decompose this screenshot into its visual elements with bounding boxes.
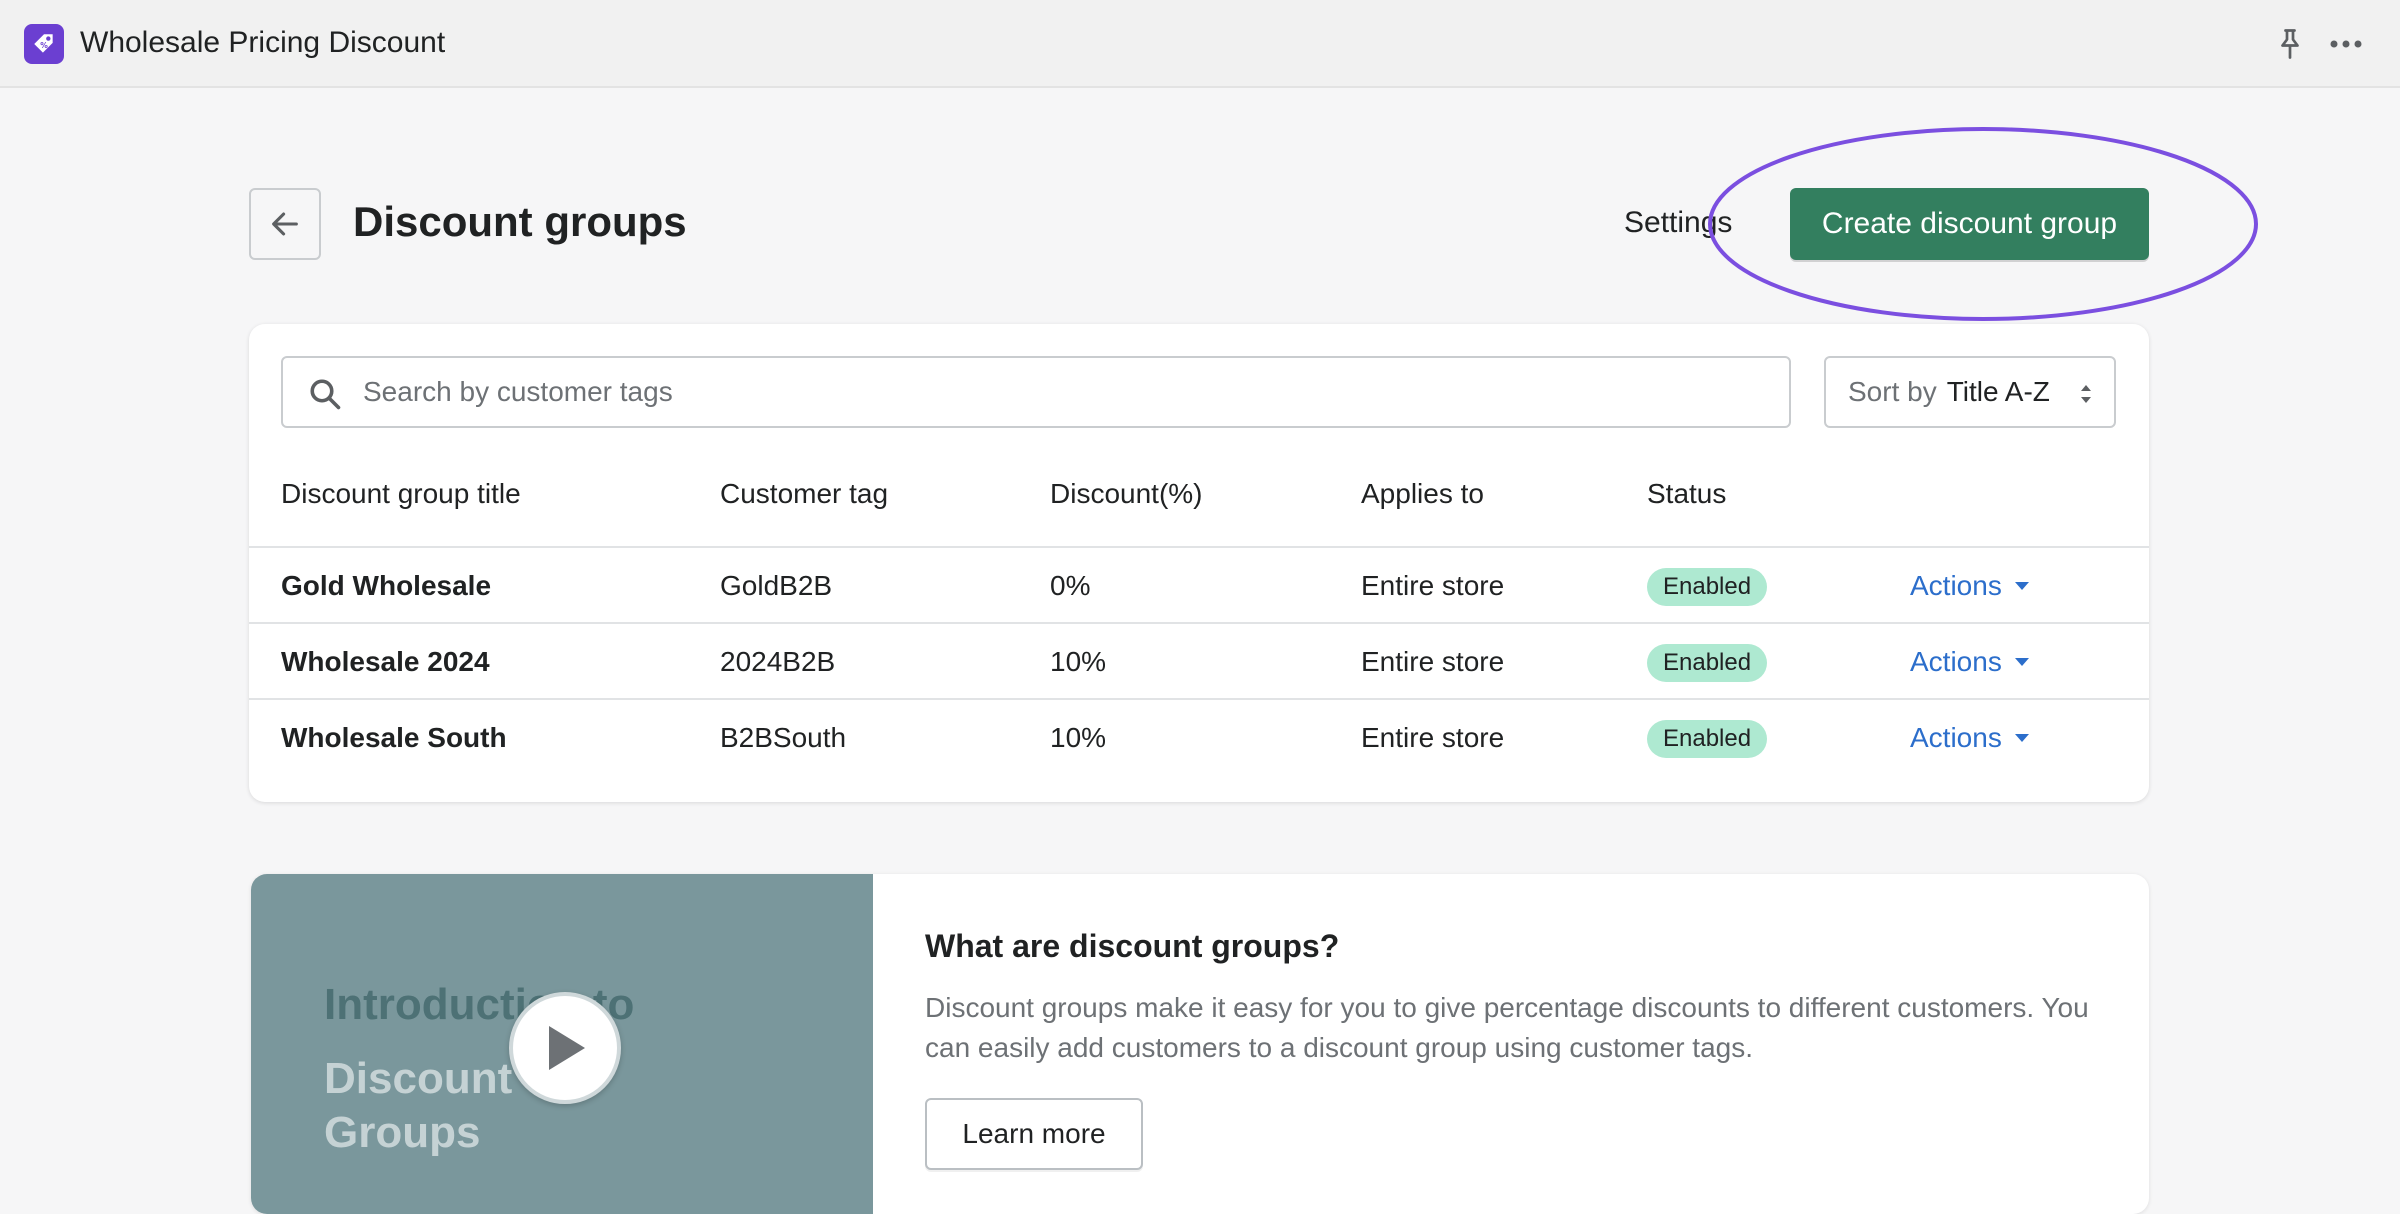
app-title: Wholesale Pricing Discount (80, 26, 446, 59)
column-header-applies-to: Applies to (1361, 478, 1484, 509)
column-header-customer-tag: Customer tag (720, 478, 889, 509)
discount-value: 10% (1050, 646, 1107, 677)
table-row[interactable]: Wholesale 2024 2024B2B 10% Entire store … (249, 622, 2149, 698)
group-title: Wholesale 2024 (281, 646, 490, 677)
info-title: What are discount groups? (925, 928, 1340, 964)
actions-dropdown[interactable]: Actions (1910, 646, 2030, 678)
group-title: Wholesale South (281, 722, 507, 753)
applies-to: Entire store (1361, 646, 1505, 677)
status-badge: Enabled (1647, 568, 1768, 606)
video-thumbnail[interactable]: Introduction to Discount Groups (251, 874, 873, 1214)
sort-select[interactable]: Sort by Title A-Z (1824, 356, 2116, 428)
customer-tag: B2BSouth (720, 722, 847, 753)
search-field[interactable] (281, 356, 1791, 428)
arrow-left-icon (272, 212, 298, 236)
actions-dropdown[interactable]: Actions (1910, 722, 2030, 754)
page-title: Discount groups (353, 198, 687, 245)
info-card: Introduction to Discount Groups What are… (251, 874, 2149, 1214)
search-icon (310, 379, 341, 410)
select-arrows-icon (2081, 385, 2091, 403)
discount-value: 0% (1050, 570, 1091, 601)
caret-down-icon (2014, 734, 2029, 742)
back-button[interactable] (249, 188, 321, 260)
more-options-icon[interactable] (2326, 26, 2366, 62)
actions-label: Actions (1910, 570, 2002, 601)
customer-tag: 2024B2B (720, 646, 836, 677)
app-topbar: % Wholesale Pricing Discount (0, 0, 2400, 88)
play-icon (549, 1026, 585, 1070)
table-row[interactable]: Wholesale South B2BSouth 10% Entire stor… (249, 698, 2149, 774)
actions-label: Actions (1910, 722, 2002, 753)
sort-value: Title A-Z (1946, 376, 2050, 407)
table-row[interactable]: Gold Wholesale GoldB2B 0% Entire store E… (249, 546, 2149, 622)
play-button[interactable] (509, 992, 621, 1104)
column-header-status: Status (1647, 478, 1727, 509)
info-description: Discount groups make it easy for you to … (925, 992, 2089, 1063)
status-badge: Enabled (1647, 644, 1768, 682)
column-header-title: Discount group title (281, 478, 521, 509)
caret-down-icon (2014, 658, 2029, 666)
sort-prefix: Sort by (1848, 376, 1937, 407)
pin-icon[interactable] (2272, 26, 2308, 62)
discount-value: 10% (1050, 722, 1107, 753)
actions-dropdown[interactable]: Actions (1910, 570, 2030, 602)
learn-more-button[interactable]: Learn more (925, 1098, 1143, 1170)
group-title: Gold Wholesale (281, 570, 492, 601)
settings-button[interactable]: Settings (1624, 206, 1732, 240)
create-discount-group-button[interactable]: Create discount group (1790, 188, 2149, 260)
search-input[interactable] (363, 360, 1763, 424)
caret-down-icon (2014, 582, 2029, 590)
actions-label: Actions (1910, 646, 2002, 677)
svg-text:%: % (40, 41, 48, 50)
applies-to: Entire store (1361, 722, 1505, 753)
customer-tag: GoldB2B (720, 570, 833, 601)
discount-groups-card: Sort by Title A-Z Discount group title C… (249, 324, 2149, 802)
tag-icon: % (24, 24, 64, 64)
status-badge: Enabled (1647, 720, 1768, 758)
column-header-discount: Discount(%) (1050, 478, 1203, 509)
applies-to: Entire store (1361, 570, 1505, 601)
